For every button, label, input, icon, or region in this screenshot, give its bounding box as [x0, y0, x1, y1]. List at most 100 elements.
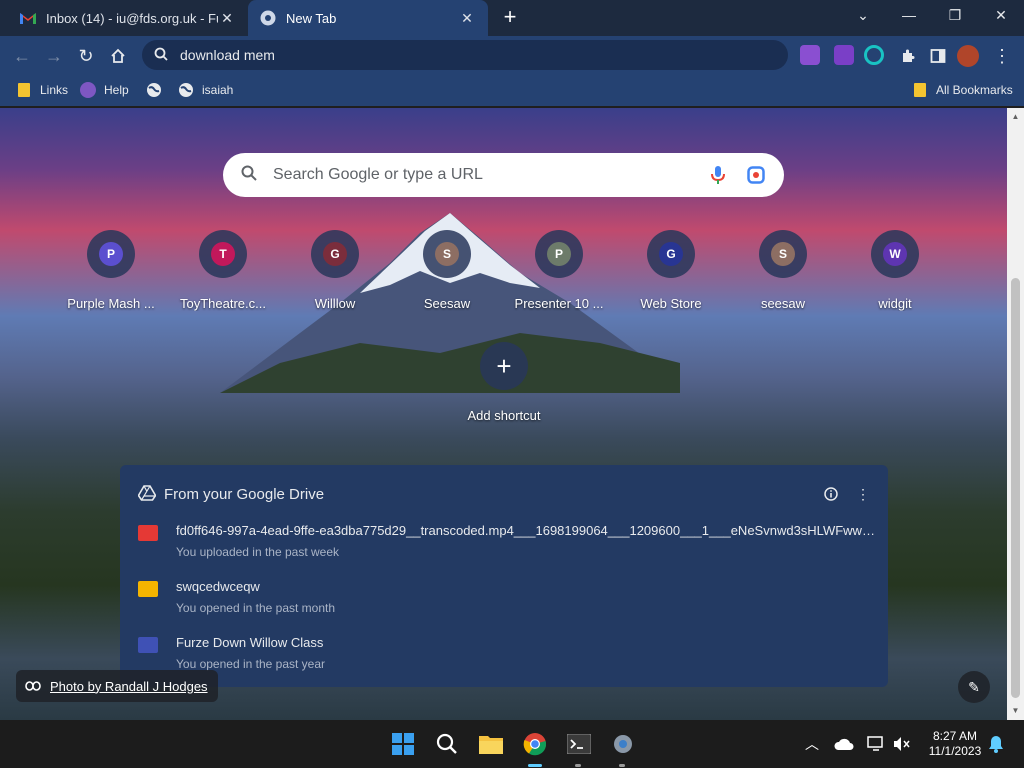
forward-button[interactable]: →	[40, 42, 68, 70]
file-explorer-icon[interactable]	[477, 730, 505, 758]
close-tab-icon[interactable]: ✕	[218, 9, 236, 27]
bookmark-globe[interactable]	[146, 81, 170, 99]
shortcut-letter: S	[771, 242, 795, 266]
search-icon[interactable]	[433, 730, 461, 758]
side-panel-icon[interactable]	[924, 42, 952, 70]
menu-kebab-icon[interactable]: ⋮	[988, 42, 1016, 70]
windows-start-icon[interactable]	[389, 730, 417, 758]
sites-file-icon	[138, 637, 158, 653]
drive-file-item[interactable]: Furze Down Willow Class You opened in th…	[138, 635, 878, 675]
microphone-icon[interactable]	[708, 165, 728, 185]
shortcut-label: Presenter 10 ...	[514, 296, 604, 311]
shortcut-toytheatre[interactable]: T ToyTheatre.c...	[167, 230, 279, 311]
close-tab-icon[interactable]: ✕	[458, 9, 476, 27]
bookmark-label: isaiah	[202, 83, 234, 97]
scrollbar-thumb[interactable]	[1011, 278, 1020, 698]
drive-file-activity: You opened in the past month	[176, 601, 336, 615]
shortcut-seesaw-2[interactable]: S seesaw	[727, 230, 839, 311]
profile-avatar[interactable]	[954, 42, 982, 70]
close-window-button[interactable]: ✕	[978, 0, 1024, 30]
add-shortcut-button[interactable]: + Add shortcut	[448, 342, 560, 423]
chevron-up-icon[interactable]: ︿	[802, 734, 822, 754]
shortcut-widgit[interactable]: W widgit	[839, 230, 951, 311]
omnibox[interactable]: download mem	[142, 40, 788, 70]
drive-card-header: From your Google Drive	[137, 485, 325, 503]
notification-bell-icon[interactable]	[986, 734, 1006, 754]
google-lens-icon[interactable]	[746, 165, 766, 185]
shortcut-label: Purple Mash ...	[67, 296, 155, 311]
tab-strip: Inbox (14) - iu@fds.org.uk - Furze ✕ New…	[0, 0, 1024, 36]
slides-file-icon	[138, 581, 158, 597]
video-file-icon	[138, 525, 158, 541]
drive-file-activity: You opened in the past year	[176, 657, 326, 671]
back-button[interactable]: ←	[8, 42, 36, 70]
plus-icon: +	[480, 342, 528, 390]
all-bookmarks[interactable]: All Bookmarks	[912, 81, 1013, 99]
all-bookmarks-label: All Bookmarks	[936, 83, 1013, 97]
network-icon[interactable]	[866, 734, 886, 754]
home-button[interactable]	[104, 42, 132, 70]
bookmarks-bar: Links Help isaiah All Bookmarks	[0, 74, 1024, 106]
shortcut-letter: G	[323, 242, 347, 266]
new-tab-button[interactable]: +	[498, 6, 522, 30]
google-drive-icon	[137, 485, 157, 503]
shortcut-seesaw[interactable]: S Seesaw	[391, 230, 503, 311]
reload-button[interactable]: ↻	[72, 42, 100, 70]
restore-button[interactable]: ❐	[932, 0, 978, 30]
clock-time: 8:27 AM	[932, 729, 978, 743]
drive-card-title: From your Google Drive	[164, 485, 325, 503]
onedrive-cloud-icon[interactable]	[834, 734, 854, 754]
shortcut-letter: P	[99, 242, 123, 266]
shortcut-purple-mash[interactable]: P Purple Mash ...	[55, 230, 167, 311]
info-icon[interactable]	[822, 485, 840, 503]
bookmark-help[interactable]: Help	[80, 81, 129, 99]
shortcut-willlow[interactable]: G Willlow	[279, 230, 391, 311]
terminal-icon[interactable]	[565, 730, 593, 758]
drive-file-name: Furze Down Willow Class	[176, 635, 324, 650]
shortcut-label: Web Store	[640, 296, 702, 311]
system-clock[interactable]: 8:27 AM 11/1/2023	[920, 729, 990, 759]
extension-circle-icon[interactable]	[864, 45, 884, 65]
link-icon	[24, 677, 42, 695]
scroll-up-arrow-icon[interactable]: ▲	[1011, 112, 1020, 121]
minimize-button[interactable]: —	[886, 0, 932, 30]
globe-icon	[178, 82, 194, 98]
globe-icon	[146, 82, 162, 98]
customize-pencil-icon[interactable]: ✎	[958, 671, 990, 703]
shortcut-label: widgit	[878, 296, 912, 311]
volume-muted-icon[interactable]	[892, 734, 912, 754]
shortcut-tile: W	[871, 230, 919, 278]
bookmark-isaiah[interactable]: isaiah	[178, 81, 233, 99]
google-search-box[interactable]: Search Google or type a URL	[223, 153, 784, 197]
chrome-icon	[260, 10, 276, 26]
drive-file-item[interactable]: swqcedwceqw You opened in the past month	[138, 579, 878, 619]
card-menu-kebab-icon[interactable]: ⋮	[854, 485, 872, 503]
photo-credit-text: Photo by Randall J Hodges	[50, 678, 208, 694]
shortcut-tile: S	[423, 230, 471, 278]
scroll-down-arrow-icon[interactable]: ▼	[1011, 706, 1020, 715]
shortcut-letter: S	[435, 242, 459, 266]
shortcut-presenter[interactable]: P Presenter 10 ...	[503, 230, 615, 311]
shortcut-tile: G	[311, 230, 359, 278]
extensions-puzzle-icon[interactable]	[894, 42, 922, 70]
shortcut-letter: W	[883, 242, 907, 266]
shortcut-tile: P	[87, 230, 135, 278]
shortcut-tile: S	[759, 230, 807, 278]
shortcut-label: Seesaw	[423, 296, 471, 311]
photo-credit-link[interactable]: Photo by Randall J Hodges	[16, 670, 218, 702]
shortcut-label: Willlow	[314, 296, 356, 311]
page-scrollbar[interactable]: ▲ ▼	[1007, 108, 1024, 720]
bookmark-links[interactable]: Links	[16, 81, 68, 99]
chrome-icon[interactable]	[521, 730, 549, 758]
extension-tw-icon[interactable]	[834, 45, 854, 65]
tab-new-tab[interactable]: New Tab ✕	[248, 0, 488, 36]
extension-purple-icon[interactable]	[800, 45, 820, 65]
tab-gmail[interactable]: Inbox (14) - iu@fds.org.uk - Furze ✕	[8, 0, 248, 36]
shortcut-label: seesaw	[760, 296, 806, 311]
shortcut-web-store[interactable]: G Web Store	[615, 230, 727, 311]
bookmark-label: Links	[40, 83, 69, 97]
settings-gear-icon[interactable]	[609, 730, 637, 758]
drive-file-item[interactable]: fd0ff646-997a-4ead-9ffe-ea3dba775d29__tr…	[138, 523, 878, 563]
tab-search-chevron-icon[interactable]: ⌄	[840, 0, 886, 30]
search-placeholder: Search Google or type a URL	[273, 166, 483, 183]
